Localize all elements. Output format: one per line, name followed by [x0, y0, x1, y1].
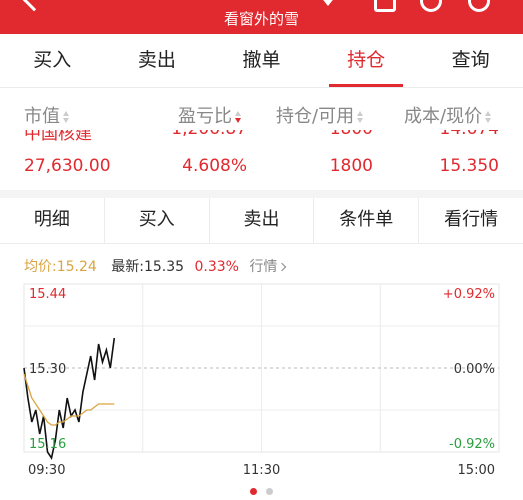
position-total: 1800: [330, 130, 373, 139]
tab-query[interactable]: 查询: [418, 34, 523, 87]
y-axis-price-label: 15.16: [29, 437, 66, 452]
latest-price: 最新:15.35: [111, 259, 185, 275]
quote-summary: 均价:15.24 最新:15.35 0.33% 行情: [24, 256, 287, 276]
view-quote-button[interactable]: 看行情: [419, 198, 523, 243]
trade-tabs: 买入 卖出 撤单 持仓 查询: [0, 34, 523, 88]
sell-button[interactable]: 卖出: [210, 198, 315, 243]
quote-link[interactable]: 行情: [249, 259, 287, 275]
conditional-order-button[interactable]: 条件单: [314, 198, 420, 243]
column-pnl-ratio[interactable]: 盈亏比: [178, 102, 242, 128]
intraday-chart[interactable]: 15.44 15.30 15.16 +0.92% 0.00% -0.92% 09:30 11:…: [0, 280, 523, 488]
pnl-ratio: 4.608%: [182, 156, 247, 176]
sort-icon: [485, 111, 492, 123]
buy-button[interactable]: 买入: [105, 198, 210, 243]
position-row[interactable]: 27,630.00 4.608% 1800 15.350: [0, 152, 523, 182]
tab-buy[interactable]: 买入: [0, 34, 105, 87]
column-cost-price[interactable]: 成本/现价: [404, 102, 492, 128]
account-title[interactable]: 看窗外的雪: [0, 8, 523, 29]
position-available: 1800: [329, 156, 373, 176]
account-dropdown-icon[interactable]: [320, 0, 336, 6]
positions-header: 市值 盈亏比 持仓/可用 成本/现价: [0, 98, 523, 130]
y-axis-percent-label: -0.92%: [449, 437, 495, 452]
divider: [0, 190, 523, 198]
market-value: 27,630.00: [24, 156, 111, 176]
tab-positions[interactable]: 持仓: [314, 34, 419, 87]
page-dot-active[interactable]: [250, 488, 257, 495]
column-market-value[interactable]: 市值: [24, 102, 70, 128]
sort-icon: [357, 111, 364, 123]
y-axis-percent-label: +0.92%: [443, 287, 495, 302]
current-price: 15.350: [439, 156, 499, 176]
stock-name: 中国核建: [24, 130, 92, 142]
stock-name-row[interactable]: 中国核建 1,206.87 1800 14.674: [0, 130, 523, 142]
column-position[interactable]: 持仓/可用: [276, 102, 364, 128]
tab-cancel-order[interactable]: 撤单: [209, 34, 314, 87]
edit-icon[interactable]: [374, 0, 396, 12]
change-percent: 0.33%: [194, 259, 239, 275]
x-axis-time-label: 09:30: [28, 463, 65, 478]
sort-icon: [63, 111, 70, 123]
detail-button[interactable]: 明细: [0, 198, 105, 243]
x-axis-time-label: 15:00: [458, 463, 495, 478]
x-axis-time-label: 11:30: [243, 463, 280, 478]
sort-desc-icon: [235, 111, 242, 123]
y-axis-price-label: 15.44: [29, 287, 66, 302]
position-actions: 明细 买入 卖出 条件单 看行情: [0, 198, 523, 244]
tab-sell[interactable]: 卖出: [105, 34, 210, 87]
page-dot[interactable]: [266, 488, 273, 495]
average-price: 均价:15.24: [24, 259, 97, 275]
chevron-right-icon: [278, 262, 287, 272]
app-header: 看窗外的雪: [0, 0, 523, 34]
pnl-amount: 1,206.87: [171, 130, 247, 139]
y-axis-price-label: 15.30: [29, 362, 66, 377]
y-axis-percent-label: 0.00%: [454, 362, 495, 377]
cost-price: 14.674: [440, 130, 499, 139]
